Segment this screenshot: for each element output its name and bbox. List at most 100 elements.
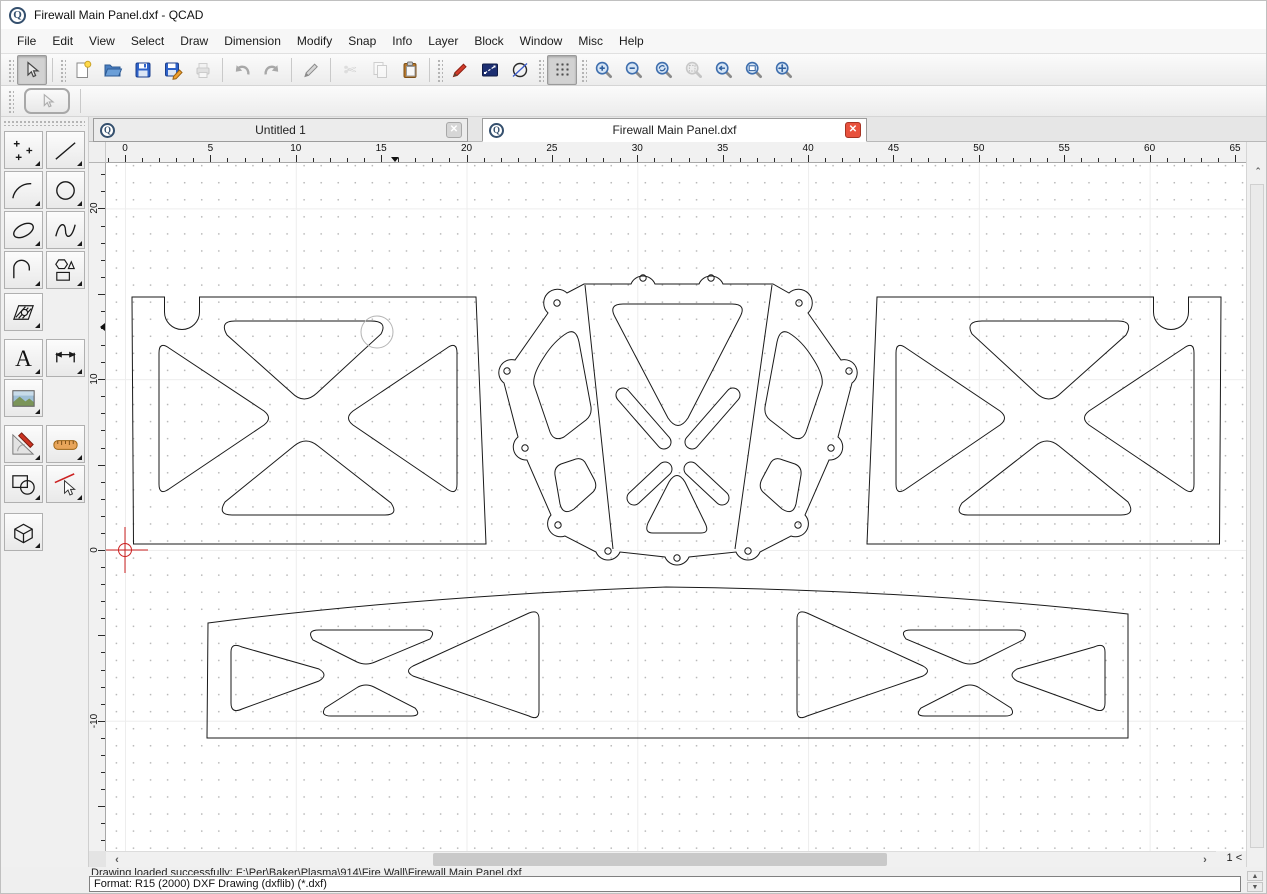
toolbar-drag-handle[interactable] [436, 58, 443, 82]
zoom-in-button[interactable] [590, 56, 618, 84]
options-toolbar [1, 86, 1266, 117]
menu-item-layer[interactable]: Layer [420, 31, 466, 51]
polyline-tool-button[interactable] [4, 251, 43, 289]
line-tool-button[interactable] [46, 131, 85, 169]
measure-tool-button[interactable] [46, 425, 85, 463]
ruler-tick [101, 618, 105, 619]
modify-tool-button[interactable] [4, 425, 43, 463]
ellipse-tool-button[interactable] [4, 211, 43, 249]
property-editor-button[interactable] [446, 56, 474, 84]
spline-tool-button[interactable] [46, 211, 85, 249]
menu-item-edit[interactable]: Edit [44, 31, 81, 51]
arc-tool-button[interactable] [4, 171, 43, 209]
scroll-up-icon[interactable]: ˆ [1250, 166, 1266, 180]
vertical-scrollbar[interactable]: ˆ [1246, 142, 1267, 869]
dimension-tool-button[interactable] [46, 339, 85, 377]
vertical-scrollbar-thumb[interactable] [1250, 184, 1264, 848]
horizontal-scrollbar-thumb[interactable] [433, 853, 887, 866]
previous-view-button[interactable] [710, 56, 738, 84]
layer-list-button[interactable] [476, 56, 504, 84]
paste-button[interactable] [396, 56, 424, 84]
reset-pointer-button[interactable] [24, 88, 70, 114]
zoom-selection-button[interactable] [680, 56, 708, 84]
ruler-tick [193, 158, 194, 162]
menu-item-window[interactable]: Window [512, 31, 571, 51]
bottom-strip-outline [207, 587, 1128, 738]
selection-tool-button[interactable] [4, 465, 43, 503]
copy-button[interactable] [366, 56, 394, 84]
ruler-tick [98, 806, 105, 807]
cad-entity [896, 345, 1005, 491]
ruler-tick [98, 294, 105, 295]
menu-item-block[interactable]: Block [466, 31, 511, 51]
cad-entity [918, 685, 1012, 716]
qcad-window: Q Firewall Main Panel.dxf - QCAD FileEdi… [0, 0, 1267, 894]
cad-entity [207, 587, 1128, 738]
close-icon[interactable]: ✕ [845, 122, 861, 138]
select-arrow-button[interactable] [17, 55, 47, 85]
toolbar-drag-handle[interactable] [3, 120, 85, 126]
zoom-window-button[interactable] [740, 56, 768, 84]
image-tool-button[interactable] [4, 379, 43, 417]
menu-item-view[interactable]: View [81, 31, 123, 51]
ruler-label: 0 [112, 143, 138, 154]
save-button[interactable] [129, 56, 157, 84]
save-as-button[interactable] [159, 56, 187, 84]
cad-entity [323, 685, 417, 716]
scroll-up-icon[interactable]: ▲ [1247, 871, 1263, 881]
cad-entity [970, 321, 1129, 399]
close-icon[interactable]: ✕ [446, 122, 462, 138]
menu-item-select[interactable]: Select [123, 31, 172, 51]
edit-pencil-button[interactable] [297, 56, 325, 84]
grid-toggle-button[interactable] [547, 55, 577, 85]
menu-item-dimension[interactable]: Dimension [216, 31, 289, 51]
pan-button[interactable] [770, 56, 798, 84]
scroll-right-icon[interactable]: › [1198, 853, 1212, 867]
ruler-tick [1133, 158, 1134, 162]
auto-zoom-button[interactable] [650, 56, 678, 84]
scroll-left-icon[interactable]: ‹ [110, 853, 124, 867]
menu-item-snap[interactable]: Snap [340, 31, 384, 51]
cad-entity [616, 388, 671, 449]
new-file-button[interactable] [69, 56, 97, 84]
text-tool-button[interactable]: A [4, 339, 43, 377]
horizontal-scrollbar[interactable]: ‹ › [106, 851, 1216, 867]
shape-tool-button[interactable] [46, 251, 85, 289]
toolbar-drag-handle[interactable] [580, 58, 587, 82]
drawing-canvas[interactable] [106, 163, 1246, 851]
toolbar-drag-handle[interactable] [59, 58, 66, 82]
zoom-out-button[interactable] [620, 56, 648, 84]
menu-item-misc[interactable]: Misc [570, 31, 611, 51]
open-file-button[interactable] [99, 56, 127, 84]
circle-tool-icon [51, 176, 80, 205]
block-list-button[interactable] [506, 56, 534, 84]
scroll-down-icon[interactable]: ▼ [1247, 882, 1263, 892]
circle-tool-button[interactable] [46, 171, 85, 209]
toolbar-drag-handle[interactable] [7, 89, 14, 113]
cad-entity [555, 522, 561, 528]
undo-button[interactable] [228, 56, 256, 84]
ruler-label: 50 [966, 143, 992, 154]
print-button[interactable] [189, 56, 217, 84]
ruler-tick [1098, 158, 1099, 162]
menu-item-help[interactable]: Help [611, 31, 652, 51]
menu-item-file[interactable]: File [9, 31, 44, 51]
point-tool-button[interactable] [4, 131, 43, 169]
redo-button[interactable] [258, 56, 286, 84]
menu-item-draw[interactable]: Draw [172, 31, 216, 51]
block-tool-button[interactable] [4, 513, 43, 551]
misc-tool-button[interactable] [46, 465, 85, 503]
menu-item-info[interactable]: Info [384, 31, 420, 51]
status-scroll-buttons: ▲ ▼ [1247, 871, 1263, 893]
toolbar-drag-handle[interactable] [537, 58, 544, 82]
hatch-tool-button[interactable] [4, 293, 43, 331]
cut-button[interactable]: ✄ [336, 56, 364, 84]
tab-firewall-main-panel[interactable]: Q Firewall Main Panel.dxf ✕ [482, 118, 867, 142]
previous-view-icon [714, 60, 734, 80]
ruler-tick [808, 155, 809, 162]
ruler-tick [330, 158, 331, 162]
menu-item-modify[interactable]: Modify [289, 31, 340, 51]
toolbar-drag-handle[interactable] [7, 58, 14, 82]
tool-matrix: A [1, 117, 89, 894]
tab-untitled-1[interactable]: Q Untitled 1 ✕ [93, 118, 468, 142]
